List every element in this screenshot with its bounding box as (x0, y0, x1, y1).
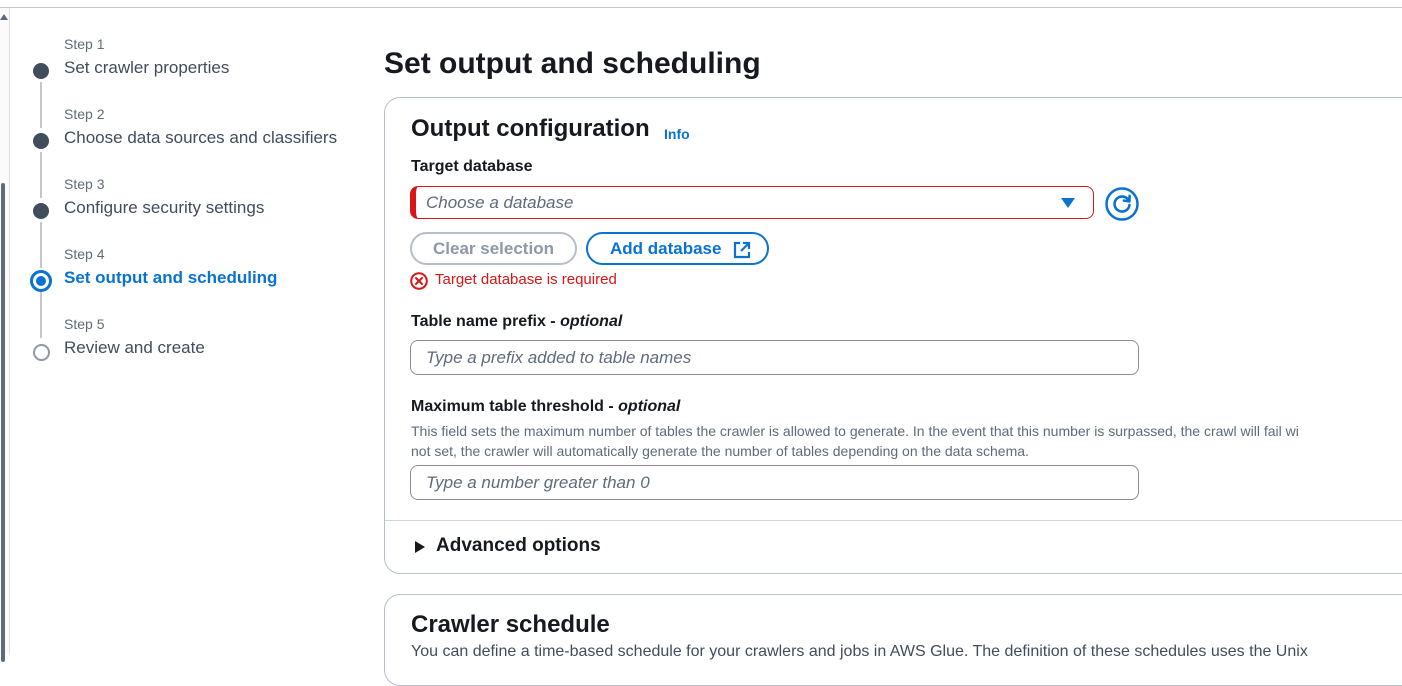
step-3[interactable]: Step 3 Configure security settings (30, 176, 360, 268)
panel-heading: Crawler schedule (411, 611, 610, 638)
step-number: Step 2 (64, 106, 105, 122)
max-table-threshold-label: Maximum table threshold - optional (411, 398, 680, 416)
optional-tag: optional (560, 313, 623, 330)
target-database-select[interactable]: Choose a database (410, 186, 1094, 219)
output-configuration-panel: Output configuration Info Target databas… (384, 97, 1402, 574)
crawler-schedule-panel: Crawler schedule You can define a time-b… (384, 594, 1402, 686)
add-database-button[interactable]: Add database (586, 232, 769, 265)
step-pending-dot-icon (33, 344, 50, 361)
step-title: Review and create (64, 338, 205, 357)
refresh-icon[interactable] (1105, 187, 1139, 221)
step-title[interactable]: Choose data sources and classifiers (64, 128, 337, 148)
caret-down-icon (1061, 198, 1075, 208)
caret-right-icon (415, 541, 425, 553)
add-database-label: Add database (610, 239, 722, 258)
panel-heading: Output configuration (411, 115, 650, 142)
step-number: Step 4 (64, 246, 105, 262)
left-scroll-strip (0, 8, 10, 662)
step-5: Step 5 Review and create (30, 316, 360, 386)
page-title: Set output and scheduling (384, 47, 761, 80)
error-text: Target database is required (435, 271, 617, 288)
target-database-label: Target database (411, 158, 533, 175)
step-title[interactable]: Configure security settings (64, 198, 264, 218)
select-placeholder: Choose a database (426, 193, 574, 212)
step-complete-dot-icon (33, 63, 49, 79)
scrollbar-thumb[interactable] (1, 183, 5, 662)
threshold-description: This field sets the maximum number of ta… (411, 421, 1402, 461)
step-2[interactable]: Step 2 Choose data sources and classifie… (30, 106, 360, 198)
divider (385, 520, 1402, 521)
step-complete-dot-icon (33, 133, 49, 149)
step-1[interactable]: Step 1 Set crawler properties (30, 36, 360, 128)
step-title[interactable]: Set crawler properties (64, 58, 229, 78)
max-table-threshold-label-text: Maximum table threshold - (411, 398, 619, 415)
step-4: Step 4 Set output and scheduling (30, 246, 360, 338)
clear-selection-button[interactable]: Clear selection (410, 232, 577, 265)
description-line: This field sets the maximum number of ta… (411, 423, 1299, 439)
step-number: Step 5 (64, 316, 105, 332)
max-table-threshold-input[interactable]: Type a number greater than 0 (410, 465, 1139, 500)
step-number: Step 3 (64, 176, 105, 192)
external-link-icon (733, 241, 751, 259)
step-complete-dot-icon (33, 203, 49, 219)
table-prefix-input[interactable]: Type a prefix added to table names (410, 340, 1139, 375)
table-prefix-label: Table name prefix - optional (411, 313, 622, 331)
top-border (0, 7, 1402, 8)
optional-tag: optional (618, 398, 681, 415)
error-icon (410, 272, 428, 290)
input-placeholder: Type a number greater than 0 (426, 473, 650, 492)
input-placeholder: Type a prefix added to table names (426, 348, 692, 367)
schedule-description: You can define a time-based schedule for… (411, 643, 1308, 660)
description-line: not set, the crawler will automatically … (411, 443, 1029, 459)
table-prefix-label-text: Table name prefix - (411, 313, 561, 330)
scroll-up-arrow-icon[interactable] (0, 14, 8, 20)
info-link[interactable]: Info (664, 126, 690, 142)
wizard-steps: Step 1 Set crawler properties Step 2 Cho… (30, 36, 360, 386)
step-title: Set output and scheduling (64, 268, 278, 287)
step-number: Step 1 (64, 36, 105, 52)
step-active-dot-icon (30, 270, 52, 292)
advanced-options-label: Advanced options (436, 535, 601, 556)
